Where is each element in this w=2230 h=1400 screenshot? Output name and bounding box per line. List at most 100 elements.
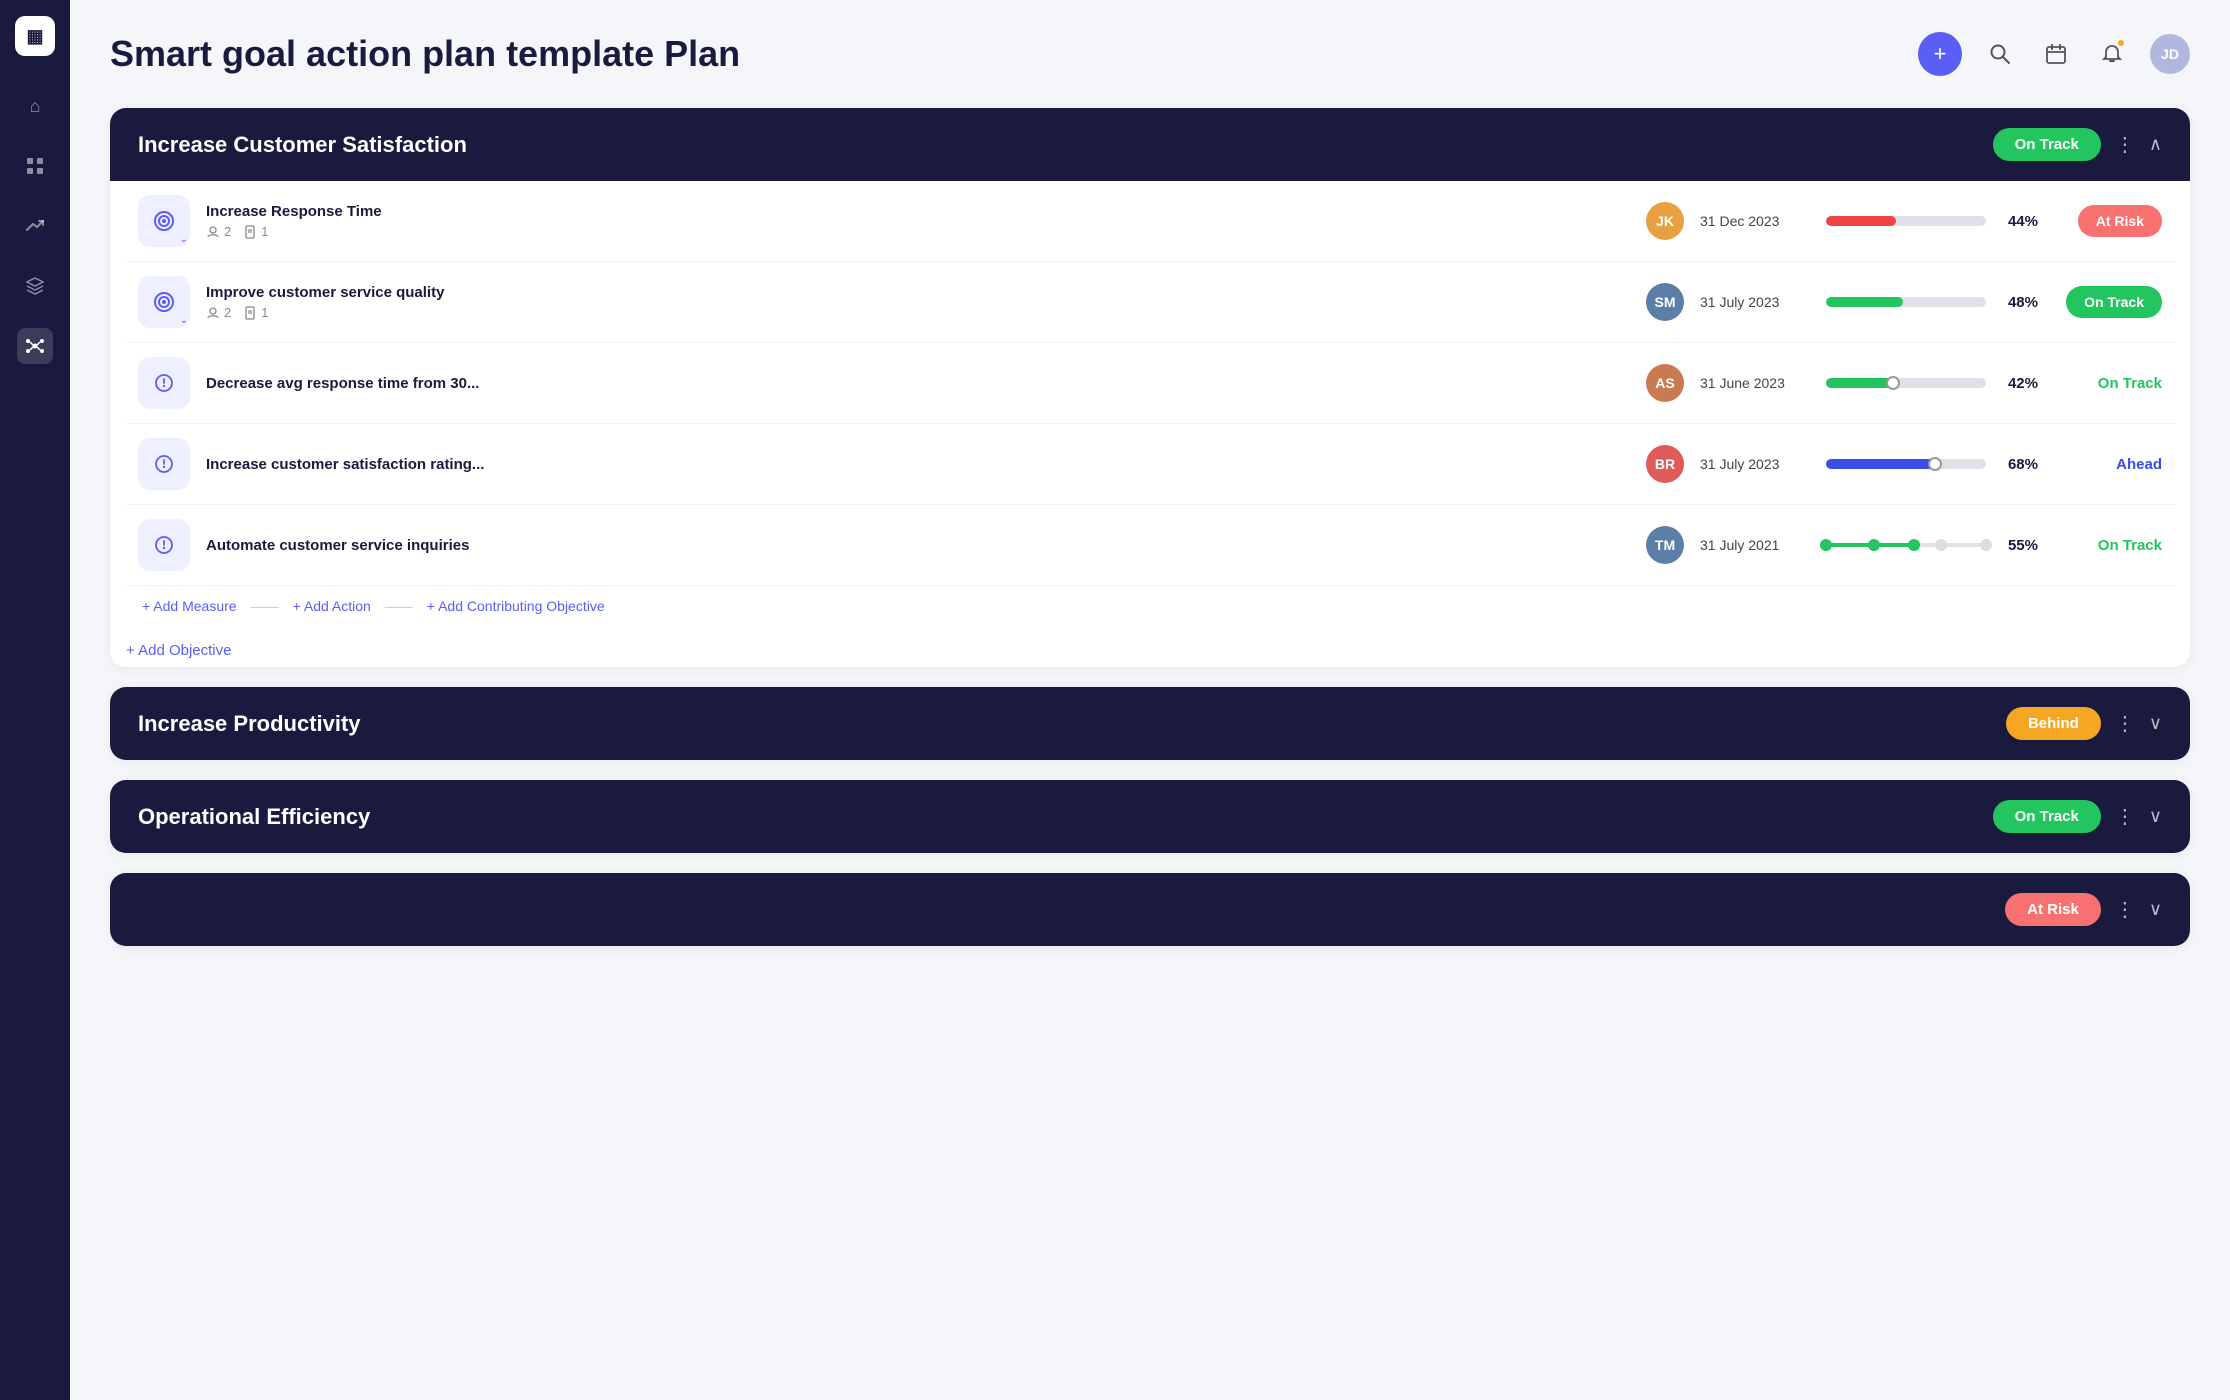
obj-avatar: JK [1646, 202, 1684, 240]
section-chevron[interactable]: ∨ [2149, 713, 2162, 734]
obj-date: 31 July 2023 [1700, 294, 1810, 310]
section-operational: Operational Efficiency On Track ⋮ ∨ [110, 780, 2190, 853]
progress-wrap: 44% [1826, 213, 2046, 230]
obj-name: Improve customer service quality [206, 284, 1630, 301]
section-header-customer-satisfaction: Increase Customer Satisfaction On Track ⋮ ∧ [110, 108, 2190, 181]
progress-percent: 55% [1996, 537, 2038, 554]
user-avatar[interactable]: JD [2150, 34, 2190, 74]
obj-info: Increase customer satisfaction rating... [206, 456, 1630, 473]
section-title-customer-satisfaction: Increase Customer Satisfaction [138, 132, 467, 158]
obj-date: 31 July 2021 [1700, 537, 1810, 553]
obj-name: Automate customer service inquiries [206, 537, 1630, 554]
obj-status: On Track [2062, 375, 2162, 392]
obj-icon[interactable]: ⌄ [138, 276, 190, 328]
objective-row: Decrease avg response time from 30... AS 3… [126, 343, 2174, 424]
main-content: Smart goal action plan template Plan + J… [70, 0, 2230, 1400]
obj-docs-count: 1 [243, 224, 268, 239]
obj-icon[interactable] [138, 438, 190, 490]
section-header-right: At Risk ⋮ ∨ [2005, 893, 2162, 926]
section-title-productivity: Increase Productivity [138, 711, 361, 737]
section-header-right: Behind ⋮ ∨ [2006, 707, 2162, 740]
obj-icon[interactable]: ⌄ [138, 195, 190, 247]
obj-avatar: AS [1646, 364, 1684, 402]
obj-date: 31 Dec 2023 [1700, 213, 1810, 229]
section-customer-satisfaction: Increase Customer Satisfaction On Track ⋮ ∧… [110, 108, 2190, 667]
obj-info: Decrease avg response time from 30... [206, 375, 1630, 392]
add-link-2[interactable]: + Add Contributing Objective [427, 598, 605, 614]
section-status-badge[interactable]: At Risk [2005, 893, 2101, 926]
objectives-container: ⌄ Increase Response Time 2 1 JK 31 Dec 2023… [110, 181, 2190, 634]
objective-row: Automate customer service inquiries TM 31 … [126, 505, 2174, 586]
section-status-badge[interactable]: Behind [2006, 707, 2101, 740]
obj-status-badge[interactable]: On Track [2066, 286, 2162, 318]
obj-status: On Track [2062, 537, 2162, 554]
progress-wrap: 55% [1826, 537, 2046, 554]
sidebar-item-layers[interactable] [17, 268, 53, 304]
sidebar-item-dashboard[interactable] [17, 148, 53, 184]
section-header-fourth-section: At Risk ⋮ ∨ [110, 873, 2190, 946]
obj-avatar: TM [1646, 526, 1684, 564]
obj-meta: 2 1 [206, 305, 1630, 320]
obj-status-badge[interactable]: At Risk [2078, 205, 2162, 237]
section-productivity: Increase Productivity Behind ⋮ ∨ [110, 687, 2190, 760]
section-chevron[interactable]: ∧ [2149, 134, 2162, 155]
sidebar-item-home[interactable]: ⌂ [17, 88, 53, 124]
obj-avatar: BR [1646, 445, 1684, 483]
add-link-1[interactable]: + Add Action [293, 598, 371, 614]
progress-percent: 44% [1996, 213, 2038, 230]
obj-info: Increase Response Time 2 1 [206, 203, 1630, 239]
section-chevron[interactable]: ∨ [2149, 806, 2162, 827]
obj-meta: 2 1 [206, 224, 1630, 239]
sidebar-item-network[interactable] [17, 328, 53, 364]
add-link-divider: —— [385, 598, 413, 614]
section-header-productivity: Increase Productivity Behind ⋮ ∨ [110, 687, 2190, 760]
objective-row: ⌄ Improve customer service quality 2 1 SM 3… [126, 262, 2174, 343]
obj-status: Ahead [2062, 456, 2162, 473]
obj-icon[interactable] [138, 357, 190, 409]
progress-percent: 68% [1996, 456, 2038, 473]
section-fourth-section: At Risk ⋮ ∨ [110, 873, 2190, 946]
notification-button[interactable] [2094, 36, 2130, 72]
progress-percent: 48% [1996, 294, 2038, 311]
sidebar-item-trending[interactable] [17, 208, 53, 244]
obj-name: Decrease avg response time from 30... [206, 375, 1630, 392]
objective-row: Increase customer satisfaction rating...… [126, 424, 2174, 505]
section-status-badge[interactable]: On Track [1993, 800, 2101, 833]
section-menu-icon[interactable]: ⋮ [2115, 132, 2135, 157]
section-status-badge[interactable]: On Track [1993, 128, 2101, 161]
obj-info: Automate customer service inquiries [206, 537, 1630, 554]
obj-people-count: 2 [206, 224, 231, 239]
calendar-button[interactable] [2038, 36, 2074, 72]
add-link-divider: —— [251, 598, 279, 614]
obj-icon[interactable] [138, 519, 190, 571]
section-header-operational: Operational Efficiency On Track ⋮ ∨ [110, 780, 2190, 853]
obj-date: 31 June 2023 [1700, 375, 1810, 391]
notification-dot [2116, 38, 2126, 48]
obj-docs-count: 1 [243, 305, 268, 320]
section-menu-icon[interactable]: ⋮ [2115, 711, 2135, 736]
obj-people-count: 2 [206, 305, 231, 320]
app-logo[interactable]: ▦ [15, 16, 55, 56]
obj-date: 31 July 2023 [1700, 456, 1810, 472]
section-chevron[interactable]: ∨ [2149, 899, 2162, 920]
obj-name: Increase customer satisfaction rating... [206, 456, 1630, 473]
progress-wrap: 48% [1826, 294, 2046, 311]
search-button[interactable] [1982, 36, 2018, 72]
header-actions: + JD [1918, 32, 2190, 76]
section-menu-icon[interactable]: ⋮ [2115, 804, 2135, 829]
sidebar: ▦ ⌂ [0, 0, 70, 1400]
progress-wrap: 42% [1826, 375, 2046, 392]
obj-status: On Track [2062, 286, 2162, 318]
add-objective-link[interactable]: + Add Objective [110, 634, 2190, 667]
add-link-0[interactable]: + Add Measure [142, 598, 237, 614]
obj-status: At Risk [2062, 205, 2162, 237]
obj-name: Increase Response Time [206, 203, 1630, 220]
section-title-operational: Operational Efficiency [138, 804, 370, 830]
sections-container: Increase Customer Satisfaction On Track ⋮ ∧… [110, 108, 2190, 946]
section-header-right: On Track ⋮ ∧ [1993, 128, 2162, 161]
section-menu-icon[interactable]: ⋮ [2115, 897, 2135, 922]
page-header: Smart goal action plan template Plan + J… [110, 32, 2190, 76]
obj-avatar: SM [1646, 283, 1684, 321]
obj-info: Improve customer service quality 2 1 [206, 284, 1630, 320]
add-button[interactable]: + [1918, 32, 1962, 76]
